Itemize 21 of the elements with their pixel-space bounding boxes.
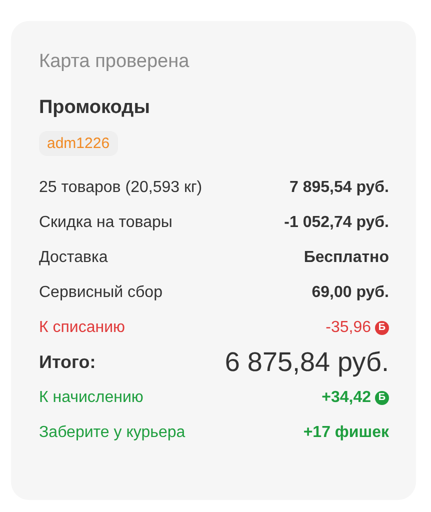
row-label: Доставка (39, 248, 108, 266)
row-label: Сервисный сбор (39, 284, 162, 302)
status-text: Карта проверена (39, 51, 190, 73)
bonus-icon: Б (375, 390, 389, 404)
promo-code-tag: adm1226 (39, 131, 118, 156)
row-label: Итого: (39, 352, 96, 373)
row-value: 69,00 руб. (312, 284, 389, 302)
row-value: Бесплатно (304, 248, 389, 266)
row-value: -1 052,74 руб. (284, 214, 389, 232)
row-value: 7 895,54 руб. (289, 178, 389, 196)
row-value: +17 фишек (303, 424, 389, 442)
row-value: -35,96 (326, 318, 371, 336)
row-value: 6 875,84 руб. (224, 347, 389, 378)
section-title: Промокоды (39, 97, 151, 119)
row-label: 25 товаров (20,593 кг) (39, 178, 202, 196)
row-label: Заберите у курьера (39, 424, 186, 442)
bonus-icon: Б (375, 320, 389, 334)
row-label: К начислению (39, 388, 144, 406)
row-value: +34,42 (322, 388, 371, 406)
row-label: Скидка на товары (39, 214, 172, 232)
row-label: К списанию (39, 318, 126, 336)
